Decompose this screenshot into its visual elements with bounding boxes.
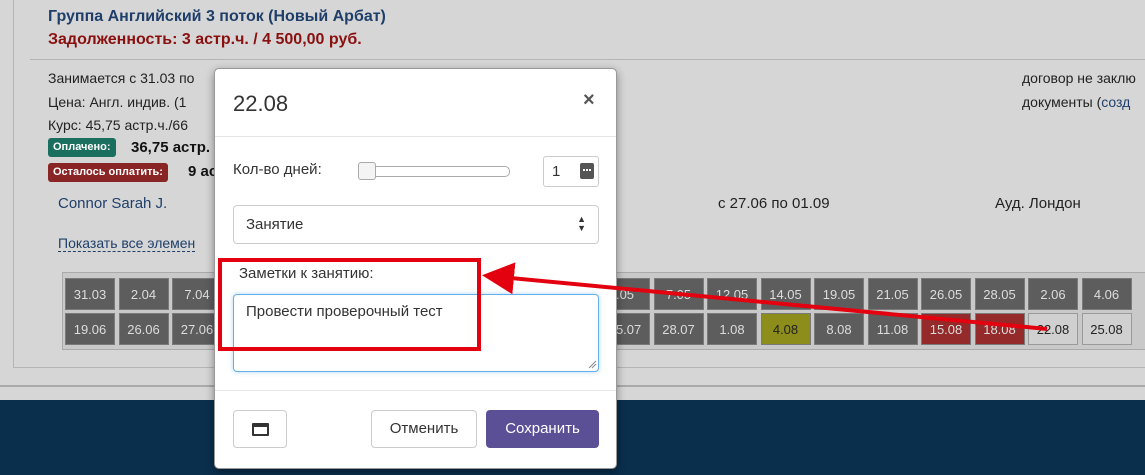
- arrow-line: [482, 262, 1048, 331]
- annotation-arrow: [482, 262, 1048, 331]
